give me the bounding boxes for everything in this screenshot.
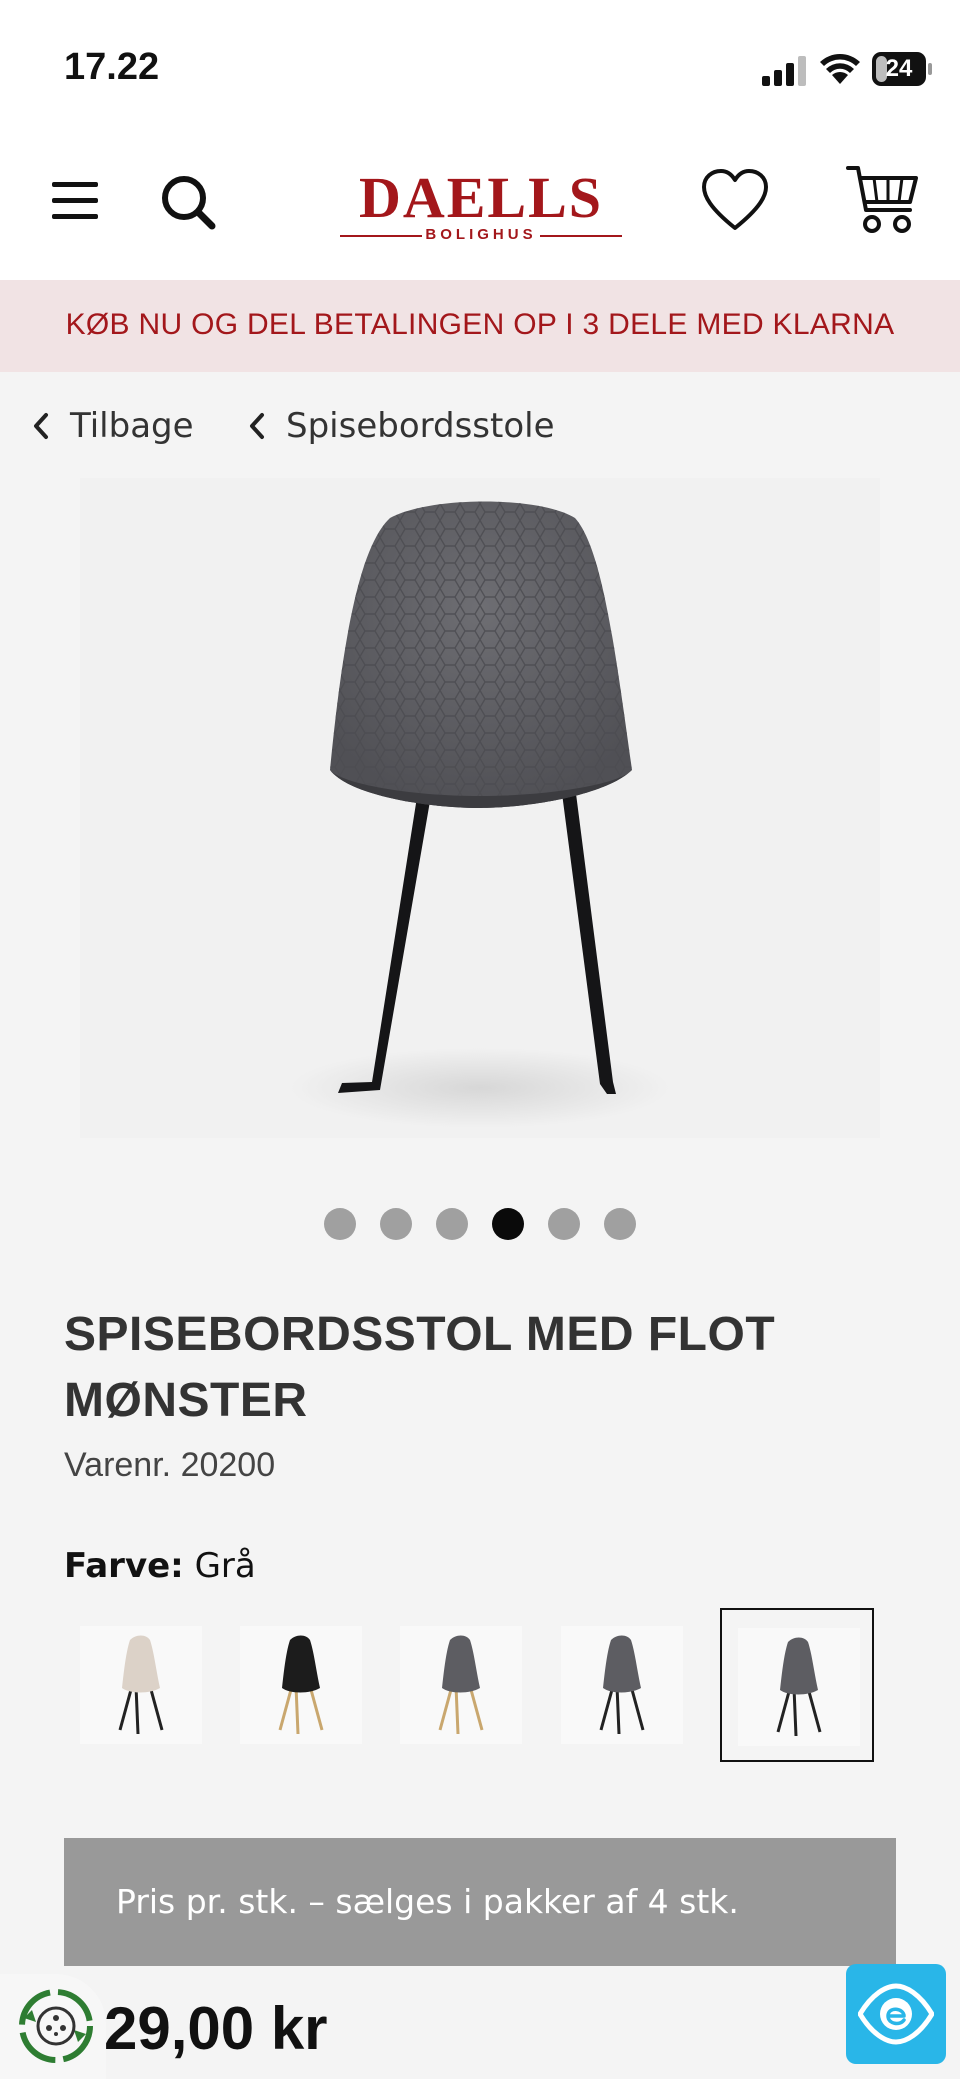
chair-thumbnail-icon — [118, 1635, 164, 1735]
color-value: Grå — [194, 1546, 256, 1586]
site-header: DAELLS BOLIGHUS — [0, 130, 960, 280]
product-sku: Varenr. 20200 — [64, 1446, 275, 1485]
battery-icon: 24 — [872, 52, 932, 86]
daells-logo[interactable]: DAELLS BOLIGHUS — [336, 166, 626, 248]
status-bar: 17.22 24 — [0, 0, 960, 130]
chair-thumbnail-icon — [438, 1635, 484, 1735]
battery-level-text: 24 — [885, 55, 913, 82]
carousel-dot[interactable] — [492, 1208, 524, 1240]
color-swatches — [64, 1608, 874, 1762]
accessibility-eye-button[interactable] — [846, 1964, 946, 2064]
klarna-promo-banner[interactable]: KØB NU OG DEL BETALINGEN OP I 3 DELE MED… — [0, 280, 960, 372]
recycle-badge-icon — [19, 1989, 93, 2063]
category-link-label: Spisebordsstole — [286, 406, 555, 446]
category-link[interactable]: Spisebordsstole — [246, 400, 555, 452]
color-label: Farve: — [64, 1546, 184, 1586]
recycle-badge[interactable] — [0, 1974, 106, 2079]
wifi-icon — [820, 54, 860, 84]
back-link-label: Tilbage — [70, 406, 194, 446]
product-price: 29,00 kr — [104, 1995, 328, 2062]
cart-icon[interactable] — [846, 164, 920, 238]
search-icon[interactable] — [158, 170, 218, 234]
carousel-dot[interactable] — [548, 1208, 580, 1240]
price-info-text: Pris pr. stk. – sælges i pakker af 4 stk… — [116, 1882, 739, 1921]
status-time: 17.22 — [64, 46, 160, 88]
color-swatch[interactable] — [224, 1608, 378, 1762]
promo-text: KØB NU OG DEL BETALINGEN OP I 3 DELE MED… — [65, 308, 895, 341]
sku-number: 20200 — [180, 1446, 276, 1484]
chair-thumbnail-icon — [278, 1635, 324, 1735]
color-swatch[interactable] — [64, 1608, 218, 1762]
carousel-dot[interactable] — [604, 1208, 636, 1240]
cellular-signal-icon — [762, 56, 806, 86]
heart-icon[interactable] — [700, 168, 770, 234]
eye-icon — [858, 1983, 934, 2045]
color-selector-label: Farve: Grå — [64, 1546, 256, 1586]
color-swatch[interactable] — [384, 1608, 538, 1762]
chair-image — [290, 501, 670, 1128]
menu-icon[interactable] — [48, 176, 104, 226]
chevron-left-icon — [250, 413, 264, 439]
carousel-dot[interactable] — [324, 1208, 356, 1240]
color-swatch[interactable] — [720, 1608, 874, 1762]
sku-label: Varenr. — [64, 1446, 172, 1484]
chair-thumbnail-icon — [776, 1637, 822, 1737]
color-swatch[interactable] — [545, 1608, 699, 1762]
price-info-bar: Pris pr. stk. – sælges i pakker af 4 stk… — [64, 1838, 896, 1966]
chevron-left-icon — [34, 413, 48, 439]
carousel-dot[interactable] — [436, 1208, 468, 1240]
product-image[interactable] — [80, 478, 880, 1138]
back-link[interactable]: Tilbage — [30, 400, 194, 452]
logo-wordmark: DAELLS — [358, 165, 604, 230]
chair-thumbnail-icon — [599, 1635, 645, 1735]
carousel-dot[interactable] — [380, 1208, 412, 1240]
image-carousel-dots — [0, 1208, 960, 1240]
product-title: SPISEBORDSSTOL MED FLOT MØNSTER — [64, 1308, 776, 1427]
